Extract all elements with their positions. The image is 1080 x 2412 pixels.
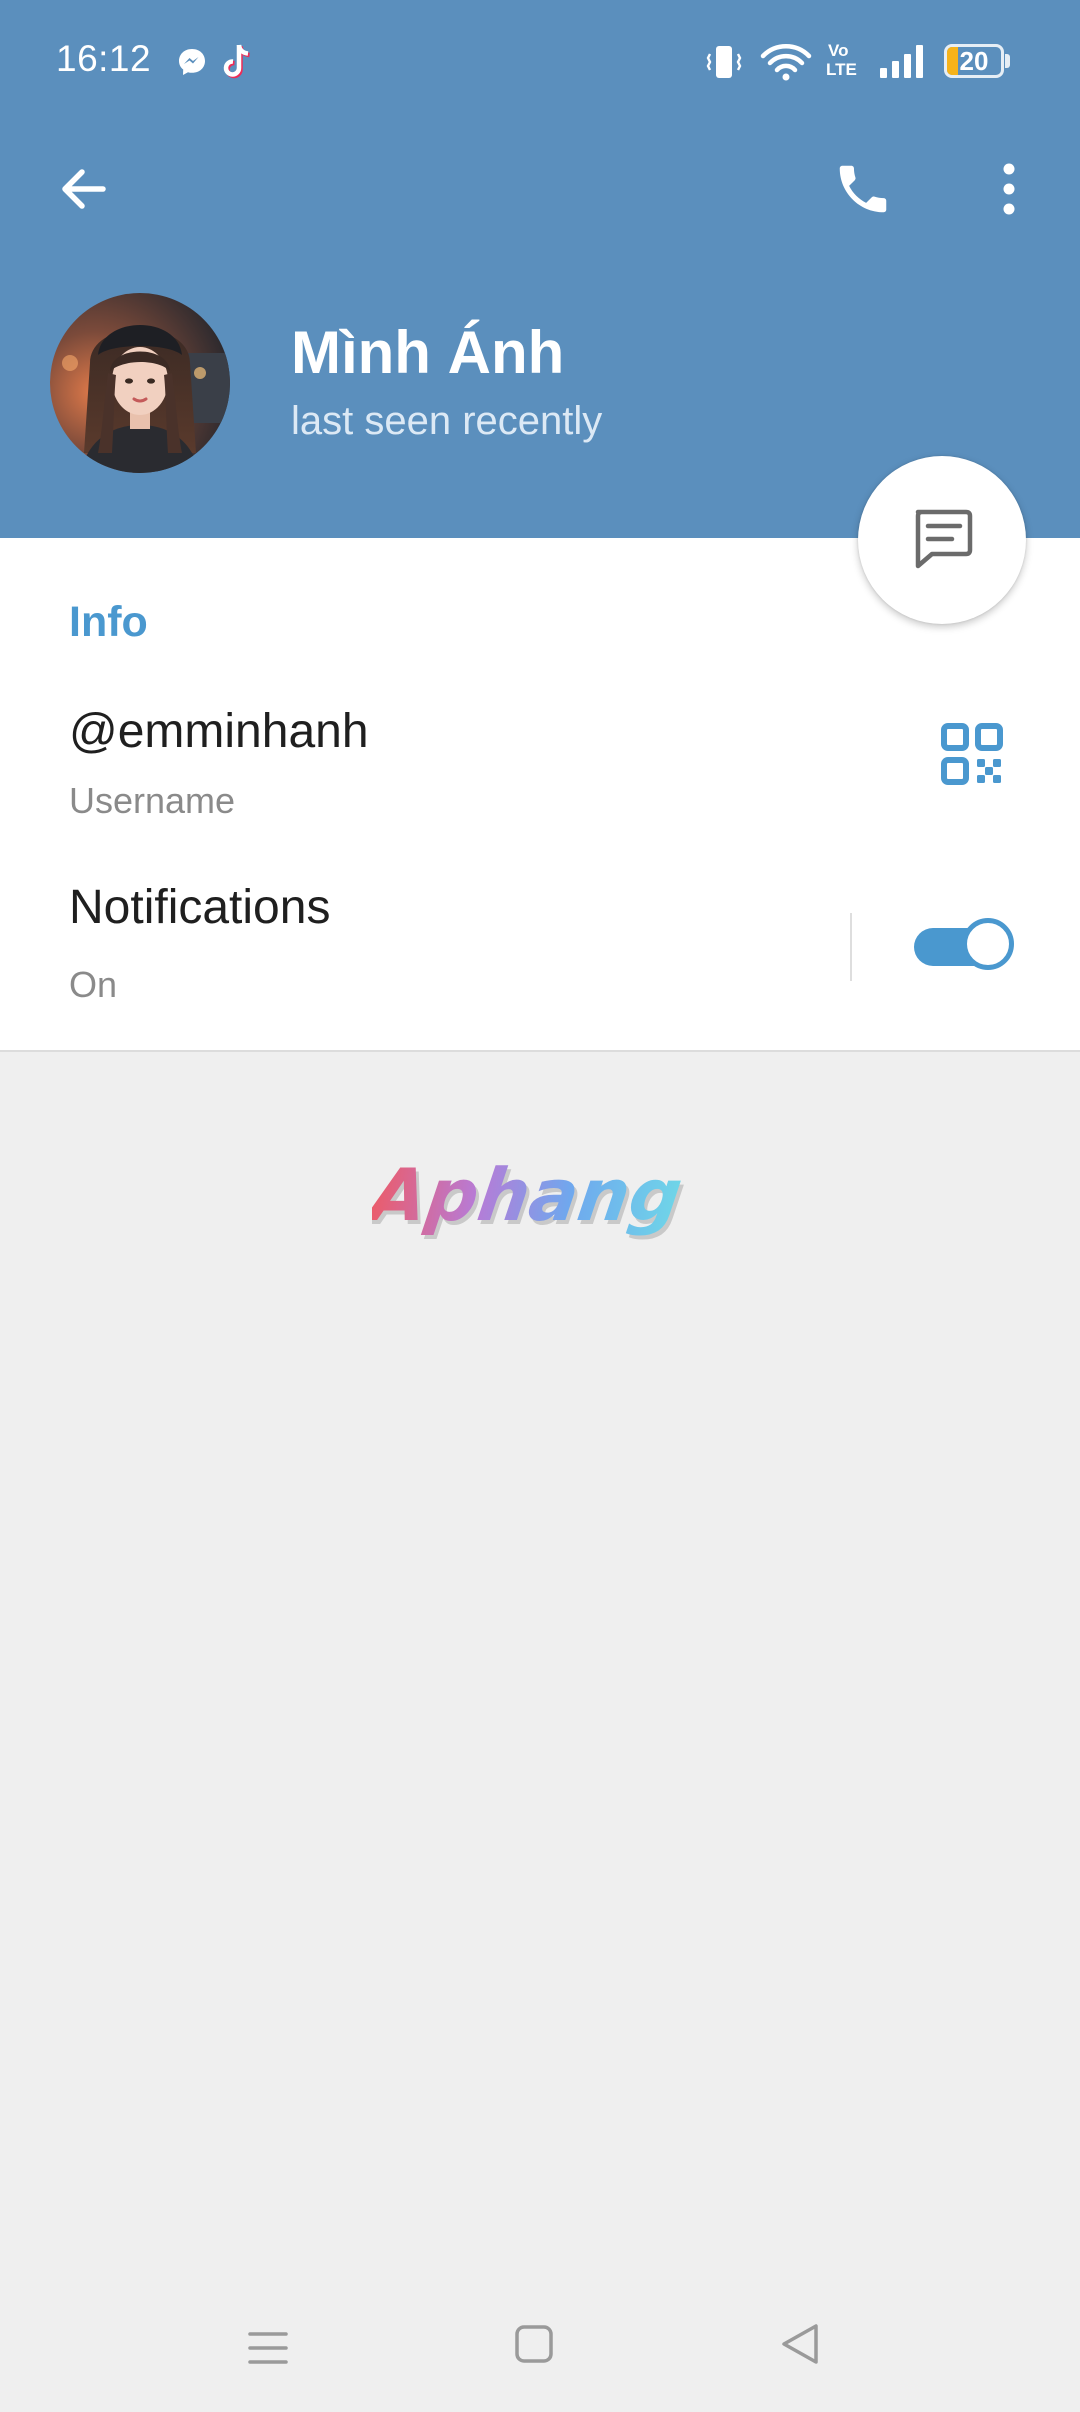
username-label: Username bbox=[69, 780, 236, 821]
messenger-icon bbox=[176, 46, 208, 83]
vibrate-icon bbox=[704, 42, 744, 87]
wifi-icon bbox=[760, 42, 812, 87]
username-row[interactable]: @emminhanh Username bbox=[0, 668, 1080, 838]
more-vertical-icon bbox=[999, 161, 1019, 222]
tiktok-icon bbox=[222, 42, 254, 85]
message-icon bbox=[906, 502, 978, 579]
signal-icon bbox=[878, 42, 928, 85]
qr-code-icon bbox=[941, 722, 1003, 790]
divider bbox=[850, 913, 852, 981]
profile-header: 16:12 Vo LTE 20 Mình Ánh last seen recen… bbox=[0, 0, 1080, 538]
toggle-knob bbox=[962, 918, 1014, 970]
volte-icon: Vo LTE bbox=[826, 41, 857, 79]
battery-level: 20 bbox=[959, 46, 989, 76]
home-square-icon bbox=[513, 2323, 555, 2370]
qr-code-button[interactable] bbox=[932, 716, 1012, 796]
phone-icon bbox=[832, 158, 894, 225]
info-section-title: Info bbox=[69, 598, 148, 646]
notifications-toggle[interactable] bbox=[914, 918, 1018, 976]
profile-status: last seen recently bbox=[291, 399, 603, 443]
status-bar: 16:12 Vo LTE 20 bbox=[0, 0, 1080, 124]
nav-home-button[interactable] bbox=[494, 2306, 574, 2386]
arrow-left-icon bbox=[55, 161, 111, 222]
notifications-label: Notifications bbox=[69, 881, 331, 934]
username-value: @emminhanh bbox=[69, 705, 369, 758]
call-button[interactable] bbox=[822, 150, 904, 232]
status-time: 16:12 bbox=[56, 38, 152, 79]
battery-tip bbox=[1005, 54, 1010, 68]
nav-back-button[interactable] bbox=[760, 2306, 840, 2386]
menu-icon bbox=[246, 2328, 290, 2373]
more-options-button[interactable] bbox=[968, 150, 1050, 232]
battery-icon: 20 bbox=[944, 44, 1004, 78]
nav-recents-button[interactable] bbox=[228, 2310, 308, 2390]
profile-name: Mình Ánh bbox=[291, 319, 565, 386]
notifications-value: On bbox=[69, 964, 118, 1005]
send-message-button[interactable] bbox=[858, 456, 1026, 624]
watermark-logo: Aphang Aphang bbox=[360, 1148, 712, 1258]
back-button[interactable] bbox=[42, 150, 124, 232]
avatar[interactable] bbox=[50, 293, 230, 473]
svg-text:Aphang: Aphang bbox=[372, 1154, 687, 1238]
back-triangle-icon bbox=[778, 2321, 822, 2372]
